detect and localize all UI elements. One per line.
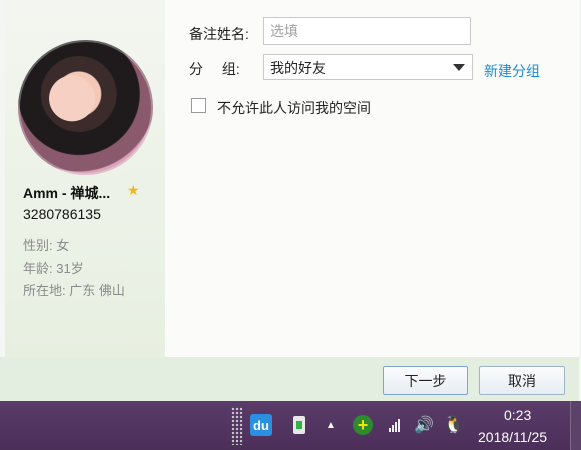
group-label: 分 组: — [189, 61, 240, 77]
taskbar-grip-icon[interactable] — [231, 407, 243, 445]
profile-name: Amm - 禅城... — [23, 185, 111, 201]
volume-icon[interactable]: 🔊 — [413, 414, 435, 436]
clock-date[interactable]: 2018/11/25 — [478, 429, 547, 445]
qq-penguin-icon[interactable]: 🐧 — [443, 414, 465, 436]
age-label: 年龄: — [23, 261, 53, 276]
add-friend-dialog: Amm - 禅城... ★ 3280786135 性别: 女 年龄: 31岁 所… — [0, 0, 581, 401]
location-value: 广东 佛山 — [69, 283, 125, 298]
remark-label: 备注姓名: — [189, 26, 249, 42]
next-button[interactable]: 下一步 — [383, 366, 468, 395]
profile-location: 所在地: 广东 佛山 — [23, 280, 125, 299]
baidu-du-icon[interactable]: du — [250, 414, 272, 436]
remark-name-input[interactable] — [263, 17, 471, 45]
network-signal-icon[interactable] — [383, 414, 405, 436]
group-select-value: 我的好友 — [270, 60, 326, 76]
privacy-checkbox[interactable] — [191, 98, 206, 113]
location-label: 所在地: — [23, 283, 66, 298]
clock-time[interactable]: 0:23 — [504, 407, 531, 423]
group-select[interactable]: 我的好友 — [263, 54, 473, 80]
gender-value: 女 — [56, 238, 70, 253]
new-group-link[interactable]: 新建分组 — [484, 61, 540, 81]
avatar — [18, 40, 153, 175]
cancel-button[interactable]: 取消 — [479, 366, 565, 395]
privacy-checkbox-label[interactable]: 不允许此人访问我的空间 — [217, 98, 371, 118]
age-value: 31岁 — [56, 261, 84, 276]
chevron-down-icon[interactable] — [453, 64, 465, 71]
profile-qq-number: 3280786135 — [23, 206, 101, 222]
star-icon: ★ — [127, 182, 140, 198]
show-desktop-button[interactable] — [570, 401, 581, 450]
usb-device-icon[interactable] — [288, 414, 310, 436]
gender-label: 性别: — [23, 238, 53, 253]
security-plus-icon[interactable]: + — [352, 414, 374, 436]
profile-age: 年龄: 31岁 — [23, 258, 84, 277]
show-hidden-icons-icon[interactable]: ▲ — [320, 414, 342, 436]
profile-gender: 性别: 女 — [23, 235, 69, 254]
